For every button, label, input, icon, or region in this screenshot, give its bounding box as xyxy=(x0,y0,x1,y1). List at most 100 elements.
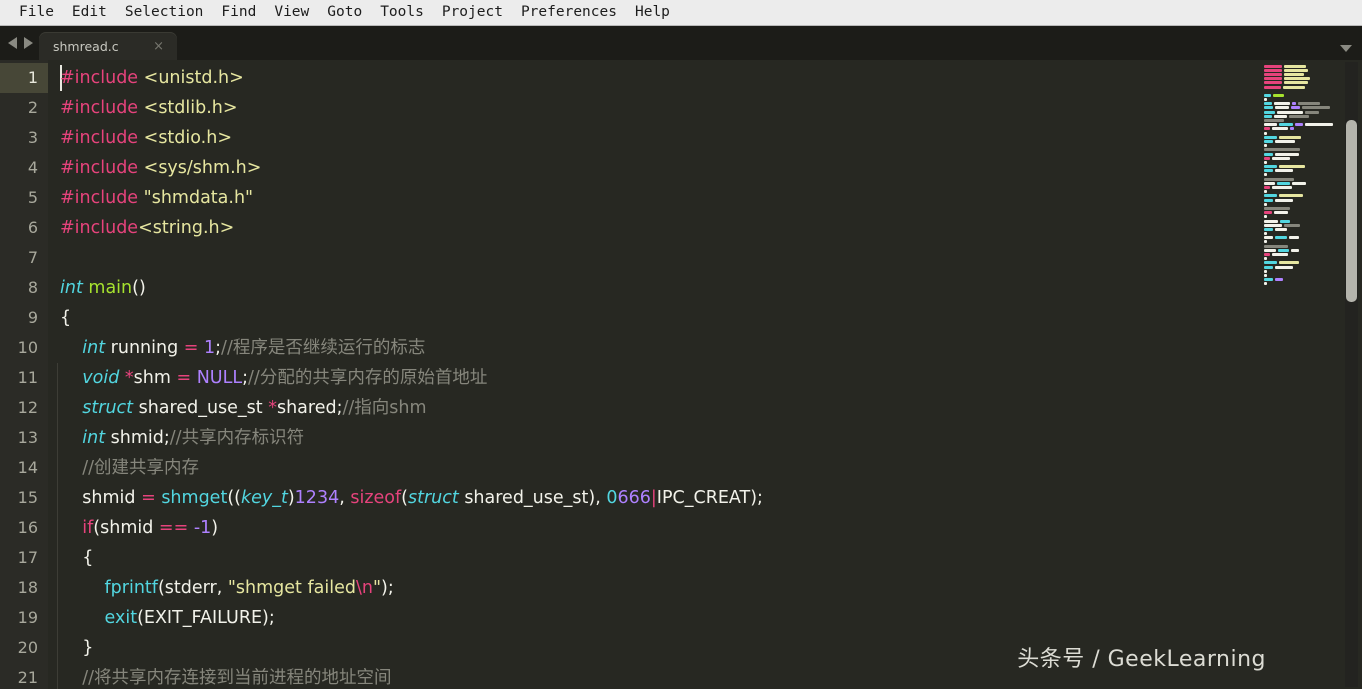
code-token: int xyxy=(60,278,83,298)
minimap-segment xyxy=(1295,123,1303,127)
minimap-segment xyxy=(1279,261,1299,265)
vertical-scrollbar[interactable] xyxy=(1345,62,1358,687)
watermark: 头条号 / GeekLearning xyxy=(1017,647,1266,672)
menu-item-tools[interactable]: Tools xyxy=(371,0,433,25)
minimap-segment xyxy=(1279,123,1293,127)
minimap-segment xyxy=(1284,223,1300,227)
minimap-segment xyxy=(1264,93,1271,97)
code-line[interactable]: #include<string.h> xyxy=(48,213,1362,243)
minimap-segment xyxy=(1278,248,1289,252)
code-token: 1 xyxy=(204,338,216,358)
minimap-segment xyxy=(1264,181,1275,185)
minimap-segment xyxy=(1279,165,1305,169)
nav-back-icon[interactable] xyxy=(8,37,17,49)
menu-item-preferences[interactable]: Preferences xyxy=(512,0,626,25)
code-line[interactable]: if(shmid == -1) xyxy=(48,513,1362,543)
code-token: struct xyxy=(408,488,459,508)
code-line[interactable]: int shmid;//共享内存标识符 xyxy=(48,423,1362,453)
minimap[interactable] xyxy=(1262,64,1340,689)
minimap-segment xyxy=(1275,106,1289,110)
minimap-segment xyxy=(1264,165,1277,169)
code-token: \n xyxy=(355,578,373,598)
code-token: * xyxy=(268,398,277,418)
minimap-segment xyxy=(1264,77,1282,81)
minimap-segment xyxy=(1264,102,1272,106)
minimap-segment xyxy=(1264,211,1272,215)
code-line[interactable]: #include <stdio.h> xyxy=(48,123,1362,153)
code-line[interactable]: //创建共享内存 xyxy=(48,453,1362,483)
menu-item-edit[interactable]: Edit xyxy=(63,0,116,25)
menu-item-help[interactable]: Help xyxy=(626,0,679,25)
code-token: if xyxy=(82,518,94,538)
minimap-segment xyxy=(1275,152,1299,156)
minimap-segment xyxy=(1274,211,1288,215)
line-number: 19 xyxy=(17,608,38,627)
code-line[interactable]: void *shm = NULL;//分配的共享内存的原始首地址 xyxy=(48,363,1362,393)
line-number: 8 xyxy=(27,278,38,297)
code-token: main xyxy=(88,278,133,298)
code-line[interactable]: struct shared_use_st *shared;//指向shm xyxy=(48,393,1362,423)
code-token: 666 xyxy=(617,488,651,508)
code-line[interactable]: int main() xyxy=(48,273,1362,303)
code-token: (( xyxy=(227,488,241,508)
code-lines[interactable]: #include <unistd.h> #include <stdlib.h> #i… xyxy=(48,60,1362,689)
menu-item-selection[interactable]: Selection xyxy=(116,0,213,25)
minimap-segment xyxy=(1264,282,1267,286)
code-token: (stderr, xyxy=(157,578,228,598)
minimap-segment xyxy=(1264,253,1270,257)
menu-item-view[interactable]: View xyxy=(265,0,318,25)
minimap-segment xyxy=(1292,102,1296,106)
nav-forward-icon[interactable] xyxy=(24,37,33,49)
minimap-segment xyxy=(1264,98,1267,102)
code-line[interactable]: #include <sys/shm.h> xyxy=(48,153,1362,183)
code-token: int xyxy=(82,428,106,448)
code-token: shared_use_st), xyxy=(458,488,607,508)
minimap-segment xyxy=(1264,64,1282,68)
code-line[interactable]: #include <stdlib.h> xyxy=(48,93,1362,123)
menu-item-goto[interactable]: Goto xyxy=(318,0,371,25)
line-number: 20 xyxy=(17,638,38,657)
minimap-segment xyxy=(1284,77,1310,81)
minimap-segment xyxy=(1284,64,1306,68)
line-number: 11 xyxy=(17,368,38,387)
minimap-segment xyxy=(1264,169,1273,173)
code-area[interactable]: 1 2 3 4 5 6 7 8 9 10 11 12 13 14 15 16 17 18 19 20 21 #inclu… xyxy=(0,60,1362,689)
menu-item-file[interactable]: File xyxy=(10,0,63,25)
minimap-segment xyxy=(1264,194,1277,198)
close-icon[interactable]: × xyxy=(146,40,171,53)
code-line[interactable]: #include <unistd.h> xyxy=(48,63,1362,93)
minimap-segment xyxy=(1264,223,1282,227)
minimap-segment xyxy=(1264,202,1267,206)
code-token: #include xyxy=(60,158,139,178)
line-number: 21 xyxy=(17,668,38,687)
code-token: void xyxy=(82,368,120,388)
code-line[interactable]: { xyxy=(48,543,1362,573)
code-line[interactable]: fprintf(stderr, "shmget failed\n"); xyxy=(48,573,1362,603)
code-line[interactable]: { xyxy=(48,303,1362,333)
code-token: //程序是否继续运行的标志 xyxy=(221,338,426,358)
minimap-segment xyxy=(1280,219,1290,223)
line-number: 6 xyxy=(27,218,38,237)
minimap-segment xyxy=(1273,93,1284,97)
minimap-segment xyxy=(1272,253,1288,257)
code-line[interactable]: int running = 1;//程序是否继续运行的标志 xyxy=(48,333,1362,363)
minimap-segment xyxy=(1264,148,1300,152)
scrollbar-thumb[interactable] xyxy=(1346,120,1357,302)
code-token: " xyxy=(372,578,382,598)
minimap-segment xyxy=(1275,265,1293,269)
chevron-down-icon[interactable] xyxy=(1340,45,1352,52)
code-line[interactable]: shmid = shmget((key_t)1234, sizeof(struc… xyxy=(48,483,1362,513)
editor-tab[interactable]: shmread.c × xyxy=(39,32,177,60)
minimap-segment xyxy=(1305,123,1333,127)
menu-item-project[interactable]: Project xyxy=(433,0,512,25)
minimap-segment xyxy=(1298,102,1320,106)
code-editor[interactable]: 1 2 3 4 5 6 7 8 9 10 11 12 13 14 15 16 17 18 19 20 21 #inclu… xyxy=(0,60,1362,689)
line-number: 4 xyxy=(27,158,38,177)
minimap-segment xyxy=(1275,169,1293,173)
line-number: 15 xyxy=(17,488,38,507)
minimap-segment xyxy=(1274,114,1287,118)
code-line[interactable]: exit(EXIT_FAILURE); xyxy=(48,603,1362,633)
code-line[interactable]: #include "shmdata.h" xyxy=(48,183,1362,213)
menu-item-find[interactable]: Find xyxy=(212,0,265,25)
code-line[interactable] xyxy=(48,243,1362,273)
